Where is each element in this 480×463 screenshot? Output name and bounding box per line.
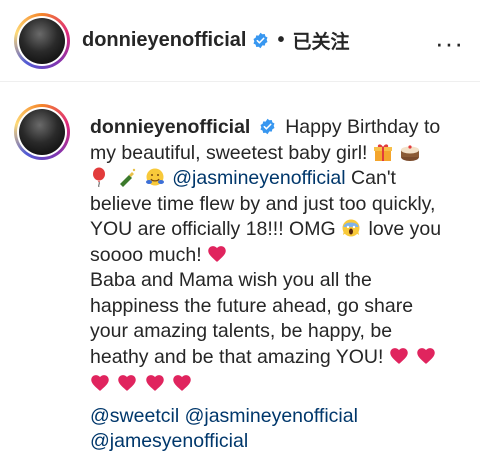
mention-link[interactable]: @jasmineyenofficial bbox=[185, 405, 358, 427]
avatar-photo bbox=[19, 17, 65, 64]
tag-list: @sweetcil @jasmineyenofficial @jamesyeno… bbox=[90, 404, 470, 455]
red-heart-emoji bbox=[389, 346, 409, 366]
comment-avatar[interactable] bbox=[14, 104, 70, 160]
mention-link[interactable]: @jamesyenofficial bbox=[90, 430, 248, 452]
more-options-icon[interactable]: ··· bbox=[435, 28, 464, 59]
avatar-inner bbox=[17, 107, 67, 157]
caption-line: Happy Birthday to bbox=[285, 116, 441, 138]
red-heart-emoji bbox=[172, 373, 192, 393]
caption-line: heathy and be that amazing YOU! bbox=[90, 345, 384, 368]
balloon-emoji bbox=[90, 167, 110, 187]
separator-dot: • bbox=[277, 29, 285, 51]
red-heart-emoji bbox=[207, 244, 227, 264]
following-button[interactable]: 已关注 bbox=[292, 27, 349, 54]
post-header: donnieyenofficial • 已关注 ··· bbox=[0, 0, 480, 82]
red-heart-emoji bbox=[145, 373, 165, 393]
verified-badge-icon bbox=[259, 118, 276, 135]
red-heart-emoji bbox=[90, 373, 110, 393]
caption-line: Baba and Mama wish you all the bbox=[90, 269, 372, 291]
caption-line: love you bbox=[368, 218, 442, 240]
avatar-inner bbox=[17, 15, 67, 66]
cake-emoji bbox=[400, 142, 420, 162]
red-heart-emoji bbox=[416, 346, 436, 366]
avatar-photo bbox=[19, 109, 65, 155]
caption-line: your amazing talents, be happy, be bbox=[90, 320, 393, 342]
caption-line: happiness the future ahead, go share bbox=[90, 294, 414, 317]
verified-badge-icon bbox=[252, 32, 269, 49]
caption-line: my beautiful, sweetest baby girl! bbox=[90, 141, 368, 164]
red-heart-emoji bbox=[117, 373, 137, 393]
hugging-face-emoji bbox=[145, 167, 165, 187]
mention-link[interactable]: @jasmineyenofficial bbox=[172, 167, 345, 189]
comment-username[interactable]: donnieyenofficial bbox=[90, 116, 250, 138]
gift-emoji bbox=[373, 142, 393, 162]
header-username[interactable]: donnieyenofficial bbox=[82, 29, 246, 52]
caption-text: donnieyenofficial Happy Birthday to my b… bbox=[90, 115, 470, 455]
caption-line: soooo much! bbox=[90, 243, 202, 266]
mention-link[interactable]: @sweetcil bbox=[90, 405, 179, 427]
scream-emoji bbox=[341, 218, 361, 238]
caption-line: YOU are officially 18!!! OMG bbox=[90, 218, 336, 240]
profile-avatar[interactable] bbox=[14, 12, 70, 69]
caption-line: believe time flew by and just too quickl… bbox=[90, 192, 436, 215]
champagne-emoji bbox=[117, 167, 137, 187]
caption-line: Can't bbox=[351, 167, 396, 189]
